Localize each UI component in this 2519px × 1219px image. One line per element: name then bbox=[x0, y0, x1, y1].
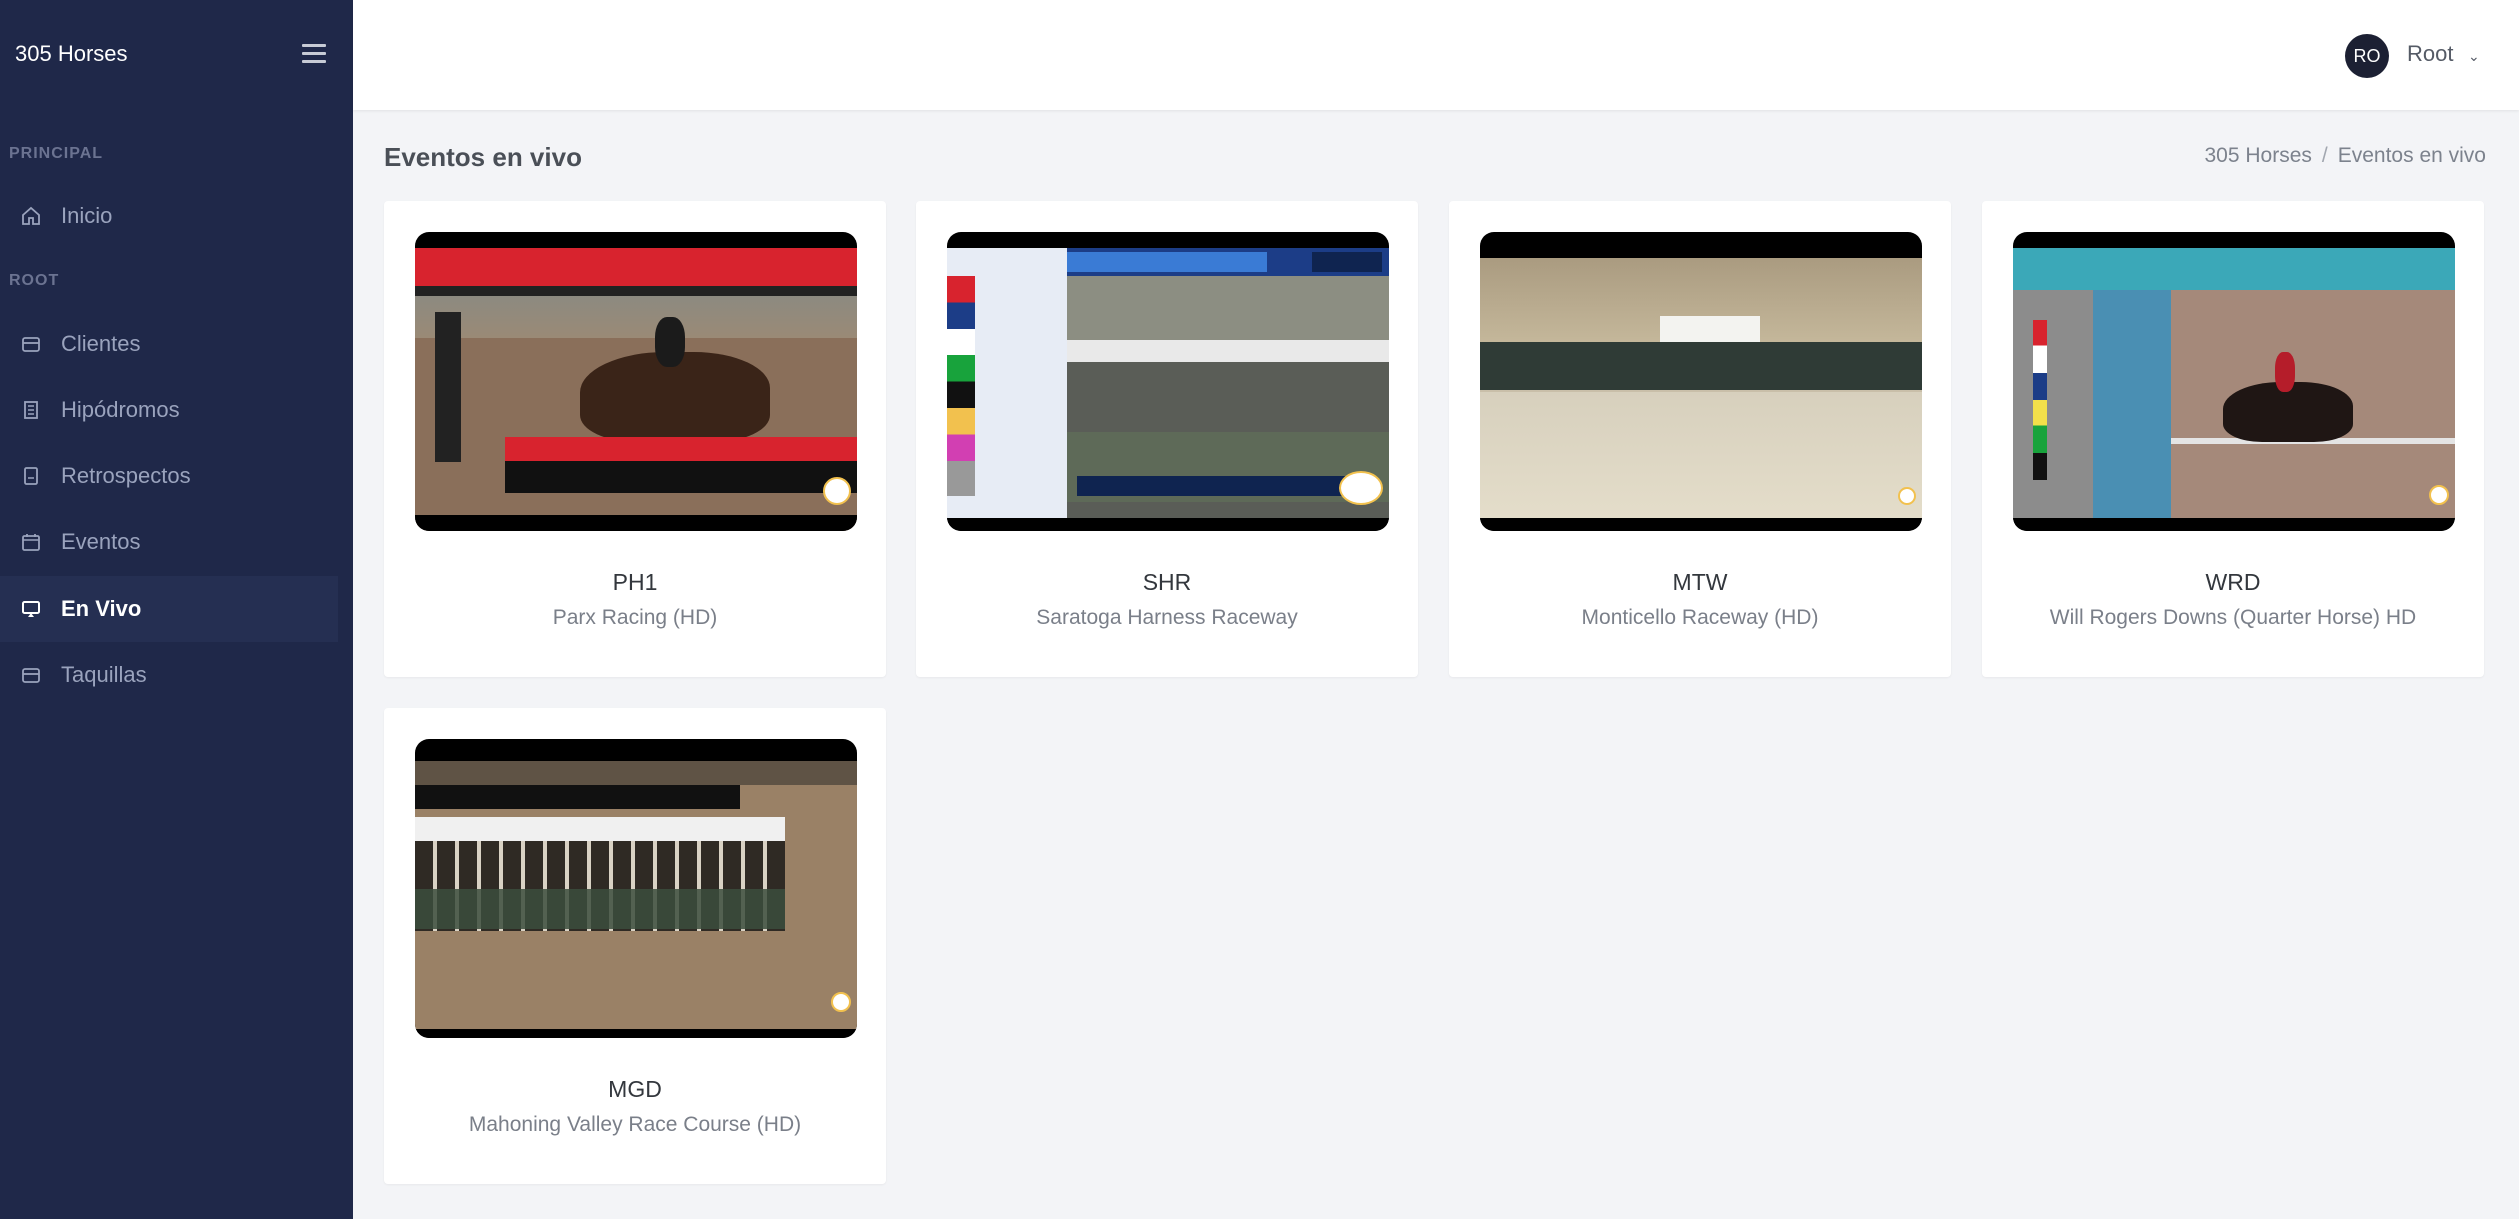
sidebar-item-label: Eventos bbox=[61, 529, 141, 554]
event-track-name: Will Rogers Downs (Quarter Horse) HD bbox=[2049, 606, 2417, 629]
event-card-ph1[interactable]: PH1 Parx Racing (HD) bbox=[384, 201, 886, 677]
event-track-name: Monticello Raceway (HD) bbox=[1581, 606, 1819, 629]
sidebar-item-label: Clientes bbox=[61, 331, 141, 356]
event-card-mtw[interactable]: MTW Monticello Raceway (HD) bbox=[1449, 201, 1951, 677]
network-logo bbox=[2429, 485, 2449, 505]
top-bar bbox=[353, 0, 2519, 110]
sidebar-item-inicio[interactable]: Inicio bbox=[0, 183, 338, 249]
event-card-shr[interactable]: SHR Saratoga Harness Raceway bbox=[916, 201, 1418, 677]
network-logo bbox=[1339, 471, 1383, 505]
sidebar-item-label: En Vivo bbox=[61, 596, 142, 621]
sidebar-item-retrospectos[interactable]: Retrospectos bbox=[0, 443, 338, 509]
event-track-name: Parx Racing (HD) bbox=[552, 606, 718, 629]
breadcrumb: 305 Horses / Eventos en vivo bbox=[2205, 144, 2487, 168]
document-icon bbox=[24, 467, 38, 485]
user-menu-button[interactable]: Root bbox=[2407, 41, 2453, 67]
sidebar-item-en-vivo[interactable]: En Vivo bbox=[0, 576, 338, 642]
breadcrumb-item-current: Eventos en vivo bbox=[2337, 144, 2486, 167]
live-stream-thumbnail[interactable] bbox=[1480, 232, 1922, 531]
sidebar: 305 Horses PRINCIPAL Inicio ROOT Cliente… bbox=[0, 0, 353, 1219]
menu-toggle-icon[interactable] bbox=[302, 44, 326, 64]
event-track-name: Saratoga Harness Raceway bbox=[1036, 606, 1298, 629]
sidebar-item-taquillas[interactable]: Taquillas bbox=[0, 642, 338, 708]
sidebar-item-clientes[interactable]: Clientes bbox=[0, 311, 338, 377]
event-card-wrd[interactable]: WRD Will Rogers Downs (Quarter Horse) HD bbox=[1982, 201, 2484, 677]
sidebar-item-label: Hipódromos bbox=[61, 397, 180, 422]
sidebar-item-label: Inicio bbox=[61, 203, 113, 228]
breadcrumb-separator: / bbox=[2321, 144, 2328, 167]
page-title: Eventos en vivo bbox=[384, 142, 582, 172]
section-label-principal: PRINCIPAL bbox=[9, 145, 104, 162]
live-stream-thumbnail[interactable] bbox=[2013, 232, 2455, 531]
sidebar-item-hipodromos[interactable]: Hipódromos bbox=[0, 377, 338, 443]
event-code: MTW bbox=[1672, 569, 1728, 595]
box-icon bbox=[22, 337, 40, 352]
live-stream-thumbnail[interactable] bbox=[415, 739, 857, 1038]
chevron-down-icon[interactable]: ⌄ bbox=[2468, 48, 2480, 65]
event-code: PH1 bbox=[612, 569, 658, 595]
sidebar-item-eventos[interactable]: Eventos bbox=[0, 509, 338, 575]
event-code: MGD bbox=[608, 1076, 662, 1102]
monitor-icon bbox=[22, 601, 40, 617]
network-logo bbox=[823, 477, 851, 505]
live-stream-thumbnail[interactable] bbox=[947, 232, 1389, 531]
event-card-mgd[interactable]: MGD Mahoning Valley Race Course (HD) bbox=[384, 708, 886, 1184]
avatar[interactable]: RO bbox=[2345, 34, 2389, 78]
building-icon bbox=[24, 401, 38, 419]
sidebar-item-label: Retrospectos bbox=[61, 463, 191, 488]
brand-name[interactable]: 305 Horses bbox=[15, 41, 128, 67]
breadcrumb-item-home[interactable]: 305 Horses bbox=[2205, 144, 2312, 167]
box-icon bbox=[22, 668, 40, 683]
event-code: SHR bbox=[1142, 569, 1192, 595]
event-track-name: Mahoning Valley Race Course (HD) bbox=[468, 1113, 802, 1136]
home-icon bbox=[22, 206, 40, 225]
live-stream-thumbnail[interactable] bbox=[415, 232, 857, 531]
sidebar-item-label: Taquillas bbox=[61, 662, 147, 687]
network-logo bbox=[831, 992, 851, 1012]
calendar-icon bbox=[22, 534, 40, 551]
network-logo bbox=[1898, 487, 1916, 505]
section-label-root: ROOT bbox=[9, 272, 60, 289]
event-code: WRD bbox=[2205, 569, 2261, 595]
